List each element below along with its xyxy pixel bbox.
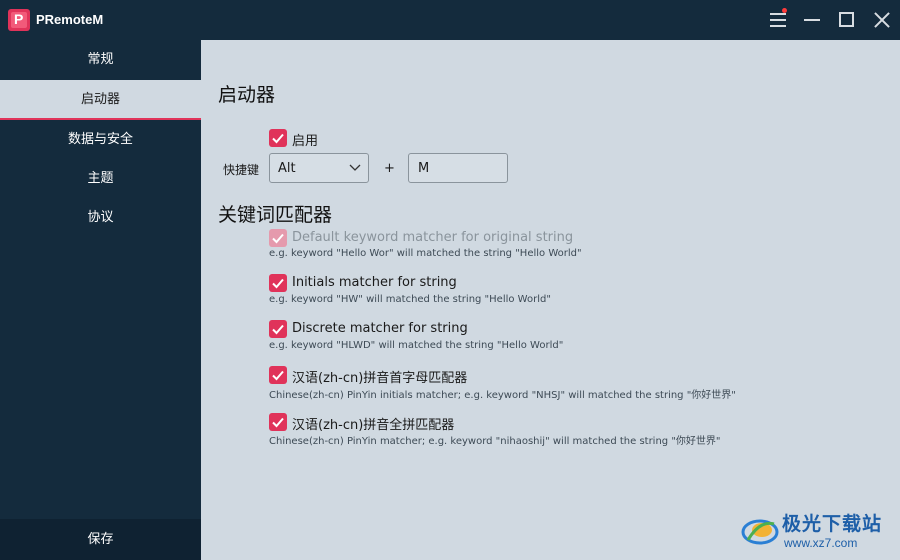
maximize-button[interactable] [835, 8, 859, 32]
hotkey-modifier-value: Alt [278, 161, 296, 176]
hotkey-modifier-select[interactable]: Alt [269, 153, 369, 183]
sidebar-item-general[interactable]: 常规 [0, 40, 201, 80]
matcher-hint: Chinese(zh-cn) PinYin initials matcher; … [269, 390, 736, 401]
hotkey-key-input[interactable] [408, 153, 508, 183]
sidebar-item-data-security[interactable]: 数据与安全 [0, 120, 201, 160]
notification-dot-icon [782, 8, 787, 13]
matcher-hint: e.g. keyword "HW" will matched the strin… [269, 294, 551, 305]
matcher-label: 汉语(zh-cn)拼音首字母匹配器 [292, 371, 468, 386]
title-bar: P PRemoteM [0, 0, 900, 40]
enable-label: 启用 [292, 134, 319, 149]
close-button[interactable] [870, 8, 894, 32]
save-button[interactable]: 保存 [0, 519, 201, 560]
checkbox-checked-icon [269, 129, 287, 147]
app-logo-icon: P [8, 9, 30, 31]
watermark-url: www.xz7.com [784, 536, 858, 550]
app-title: PRemoteM [36, 12, 104, 27]
checkbox-checked-icon [269, 366, 287, 384]
sidebar-item-protocol[interactable]: 协议 [0, 198, 201, 238]
launcher-section-title: 启动器 [218, 84, 276, 106]
sidebar-item-launcher[interactable]: 启动器 [0, 80, 201, 120]
main-content: 启动器 启用 快捷键 Alt + 关键词匹配器 Default keyword … [201, 40, 900, 560]
matcher-hint: e.g. keyword "Hello Wor" will matched th… [269, 248, 582, 259]
matcher-hint: e.g. keyword "HLWD" will matched the str… [269, 340, 564, 351]
watermark-logo-icon [741, 519, 779, 545]
matcher-label: 汉语(zh-cn)拼音全拼匹配器 [292, 418, 455, 433]
matcher-label: Initials matcher for string [292, 275, 457, 290]
matcher-hint: Chinese(zh-cn) PinYin matcher; e.g. keyw… [269, 436, 721, 447]
sidebar-item-theme[interactable]: 主题 [0, 159, 201, 199]
maximize-icon [839, 12, 854, 27]
matcher-label: Default keyword matcher for original str… [292, 230, 574, 245]
chevron-down-icon [349, 164, 361, 171]
hotkey-plus: + [384, 161, 395, 176]
minimize-icon [804, 19, 820, 21]
checkbox-checked-icon [269, 413, 287, 431]
matcher-section-title: 关键词匹配器 [218, 204, 333, 226]
hotkey-label: 快捷键 [223, 163, 260, 177]
app-logo-letter: P [14, 11, 24, 27]
matcher-label: Discrete matcher for string [292, 321, 468, 336]
menu-button[interactable] [767, 8, 791, 32]
watermark-text: 极光下载站 [782, 513, 883, 535]
checkbox-checked-icon [269, 320, 287, 338]
sidebar: 常规 启动器 数据与安全 主题 协议 保存 [0, 40, 201, 560]
checkbox-checked-icon [269, 229, 287, 247]
minimize-button[interactable] [800, 8, 824, 32]
checkbox-checked-icon [269, 274, 287, 292]
watermark: 极光下载站 www.xz7.com [740, 505, 895, 555]
